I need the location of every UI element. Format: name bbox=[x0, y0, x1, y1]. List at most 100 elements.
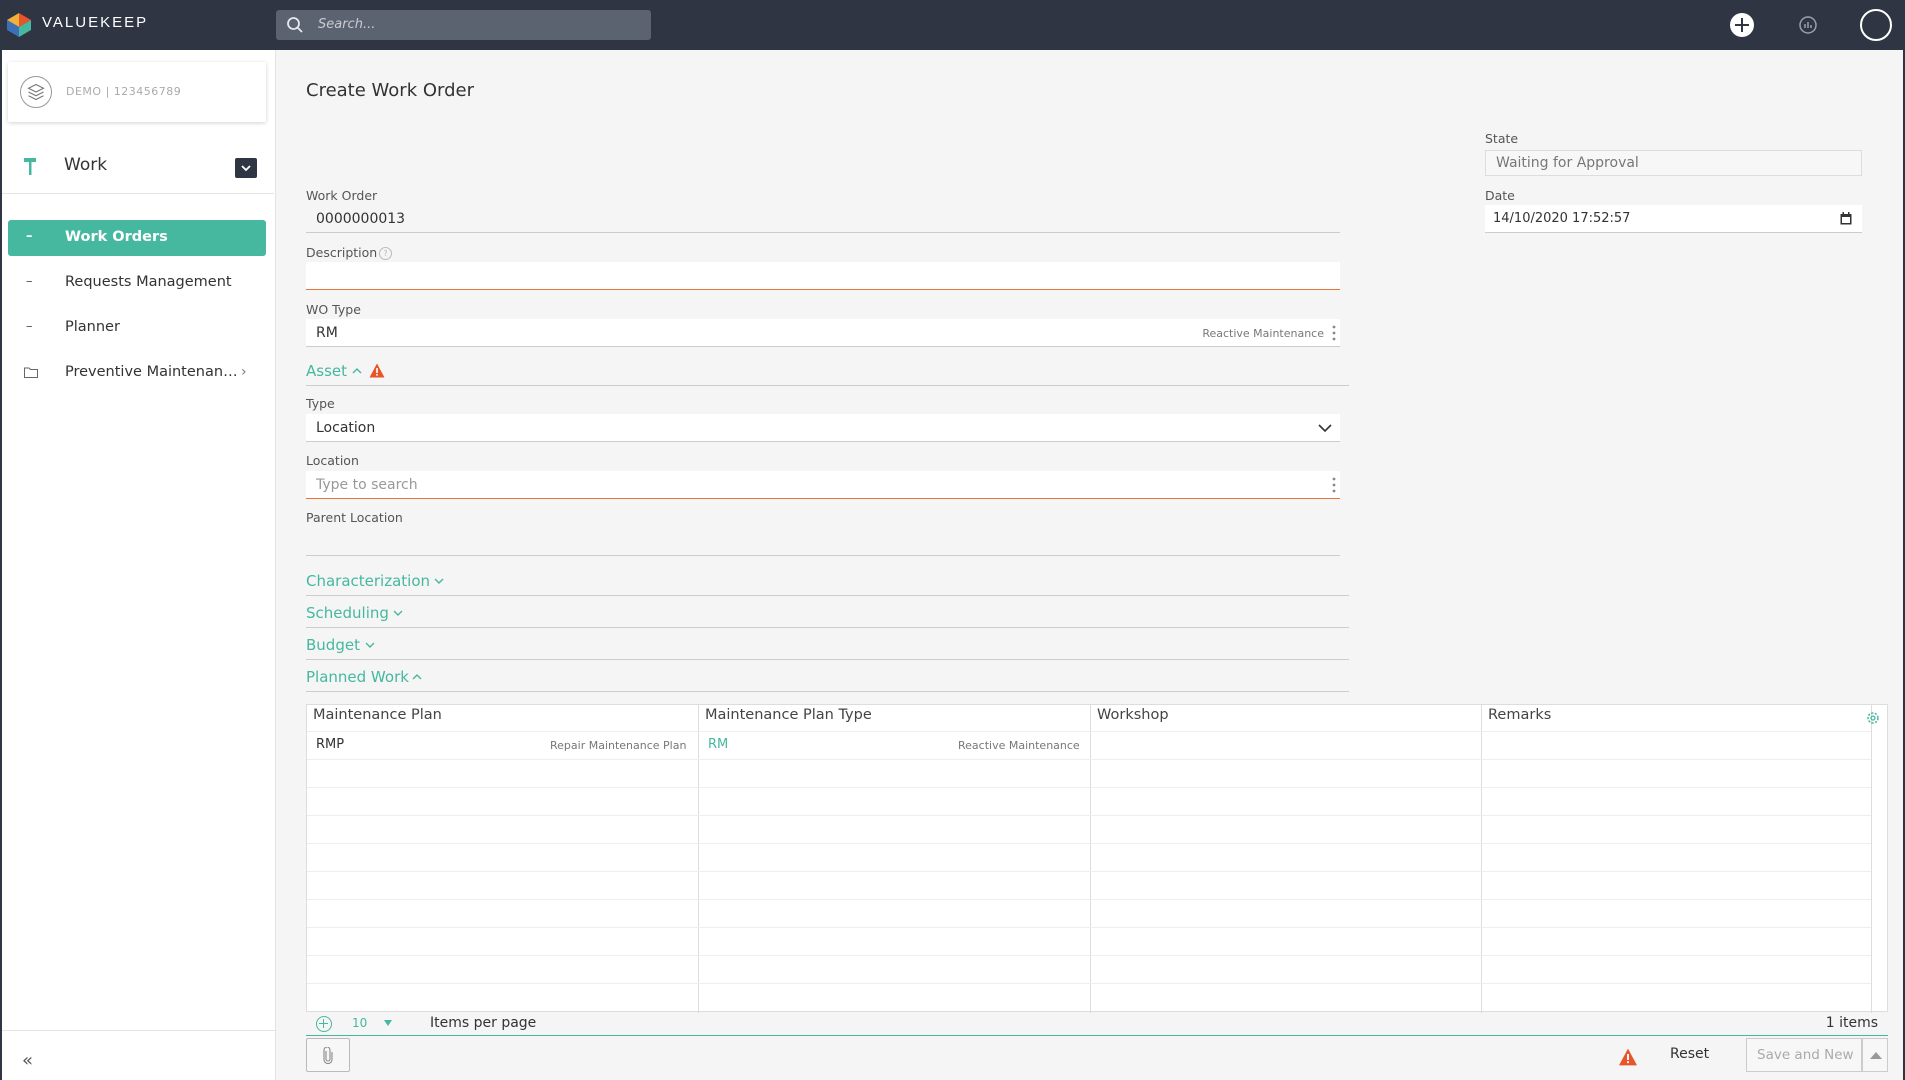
more-options-icon[interactable] bbox=[1332, 323, 1336, 343]
caret-down-icon[interactable] bbox=[384, 1020, 392, 1026]
work-order-value: 0000000013 bbox=[316, 211, 406, 227]
save-options-button[interactable] bbox=[1862, 1038, 1888, 1072]
layers-icon bbox=[20, 76, 52, 108]
sidebar-item-label: Preventive Maintenanc... bbox=[65, 364, 240, 380]
chevron-down-icon bbox=[393, 610, 403, 616]
sidebar-item-work-orders[interactable]: – Work Orders bbox=[8, 220, 266, 256]
row-divider bbox=[307, 899, 1871, 900]
maintenance-plan-type-code[interactable]: RM bbox=[708, 737, 728, 752]
row-divider bbox=[307, 759, 1871, 760]
description-label: Description bbox=[306, 245, 378, 260]
scheduling-section-header[interactable]: Scheduling bbox=[306, 600, 1349, 628]
folder-icon bbox=[24, 367, 38, 378]
calendar-icon[interactable] bbox=[1840, 212, 1852, 225]
warning-icon[interactable] bbox=[1618, 1048, 1638, 1066]
items-count: 1 items bbox=[1825, 1015, 1878, 1031]
state-field: Waiting for Approval bbox=[1485, 150, 1862, 176]
wo-type-label: WO Type bbox=[306, 302, 361, 317]
table-row[interactable]: RMP Repair Maintenance Plan RM Reactive … bbox=[307, 731, 1871, 759]
save-and-new-button[interactable]: Save and New bbox=[1746, 1038, 1862, 1072]
row-divider bbox=[307, 927, 1871, 928]
column-header[interactable]: Maintenance Plan Type bbox=[705, 707, 872, 723]
more-options-icon[interactable] bbox=[1332, 475, 1336, 495]
main-content: Create Work Order State Waiting for Appr… bbox=[276, 50, 1905, 1080]
save-button-label: Save and New bbox=[1757, 1047, 1854, 1063]
parent-location-field bbox=[306, 528, 1340, 556]
chevron-up-icon bbox=[412, 674, 422, 680]
chevron-up-icon bbox=[352, 368, 362, 374]
sidebar-item-label: Requests Management bbox=[65, 274, 232, 290]
add-row-icon[interactable] bbox=[316, 1016, 332, 1032]
location-placeholder: Type to search bbox=[316, 477, 418, 493]
warning-icon bbox=[369, 363, 385, 378]
parent-location-label: Parent Location bbox=[306, 510, 403, 525]
type-label: Type bbox=[306, 396, 335, 411]
attachment-button[interactable] bbox=[306, 1038, 350, 1072]
chevron-down-icon[interactable] bbox=[1318, 423, 1332, 433]
sidebar-item-planner[interactable]: – Planner bbox=[8, 310, 266, 346]
search-input[interactable]: Search... bbox=[276, 10, 651, 40]
table-pager: 10 Items per page 1 items bbox=[306, 1012, 1888, 1036]
date-label: Date bbox=[1485, 188, 1515, 203]
paperclip-icon bbox=[323, 1047, 333, 1064]
analytics-icon[interactable] bbox=[1797, 14, 1819, 36]
column-header[interactable]: Workshop bbox=[1097, 707, 1169, 723]
column-header[interactable]: Remarks bbox=[1488, 707, 1551, 723]
characterization-section-header[interactable]: Characterization bbox=[306, 568, 1349, 596]
wo-type-description: Reactive Maintenance bbox=[1202, 327, 1324, 340]
budget-section-header[interactable]: Budget bbox=[306, 632, 1349, 660]
search-placeholder: Search... bbox=[318, 17, 376, 32]
tenant-card[interactable]: DEMO | 123456789 bbox=[8, 62, 266, 122]
state-label: State bbox=[1485, 131, 1519, 146]
row-divider bbox=[307, 815, 1871, 816]
location-label: Location bbox=[306, 453, 359, 468]
nav-dash: – bbox=[26, 319, 33, 334]
sidebar-item-label: Planner bbox=[65, 319, 120, 335]
divider bbox=[2, 1030, 276, 1031]
module-selector[interactable]: Work bbox=[2, 140, 274, 194]
section-title: Characterization bbox=[306, 572, 431, 590]
work-order-field[interactable]: 0000000013 bbox=[306, 205, 1340, 233]
hammer-icon bbox=[24, 158, 36, 175]
section-title: Planned Work bbox=[306, 668, 409, 686]
tenant-name: DEMO | 123456789 bbox=[66, 85, 182, 98]
page-title: Create Work Order bbox=[306, 80, 474, 101]
description-field[interactable] bbox=[306, 262, 1340, 290]
row-divider bbox=[307, 787, 1871, 788]
planned-work-table: Maintenance Plan Maintenance Plan Type W… bbox=[306, 704, 1888, 1013]
maintenance-plan-description: Repair Maintenance Plan bbox=[550, 739, 687, 752]
row-divider bbox=[307, 983, 1871, 984]
help-icon[interactable]: ? bbox=[379, 247, 392, 260]
chevron-right-icon: › bbox=[241, 364, 247, 380]
sidebar-item-requests-management[interactable]: – Requests Management bbox=[8, 265, 266, 301]
column-header[interactable]: Maintenance Plan bbox=[313, 707, 442, 723]
maintenance-plan-code: RMP bbox=[316, 737, 345, 752]
wo-type-field[interactable]: RM Reactive Maintenance bbox=[306, 319, 1340, 347]
nav-dash: – bbox=[26, 274, 33, 289]
chevron-down-icon[interactable] bbox=[235, 158, 257, 178]
sidebar-item-preventive-maintenance[interactable]: Preventive Maintenanc... › bbox=[8, 355, 266, 391]
chevron-down-icon bbox=[434, 578, 444, 584]
add-icon[interactable] bbox=[1730, 13, 1754, 37]
collapse-sidebar-icon[interactable]: « bbox=[22, 1050, 33, 1071]
reset-button[interactable]: Reset bbox=[1670, 1046, 1709, 1062]
valuekeep-logo-icon[interactable] bbox=[6, 12, 32, 38]
type-value: Location bbox=[316, 420, 376, 436]
maintenance-plan-type-description: Reactive Maintenance bbox=[958, 739, 1080, 752]
date-value: 14/10/2020 17:52:57 bbox=[1493, 211, 1631, 226]
user-avatar[interactable] bbox=[1860, 9, 1892, 41]
date-field[interactable]: 14/10/2020 17:52:57 bbox=[1485, 205, 1862, 233]
section-title: Budget bbox=[306, 636, 360, 654]
top-bar: VALUEKEEP Search... bbox=[0, 0, 1905, 50]
planned-work-section-header[interactable]: Planned Work bbox=[306, 664, 1349, 692]
state-value: Waiting for Approval bbox=[1496, 155, 1639, 171]
gear-icon[interactable] bbox=[1865, 710, 1881, 726]
asset-section-header[interactable]: Asset bbox=[306, 358, 1349, 386]
wo-type-value: RM bbox=[316, 325, 338, 341]
type-select[interactable]: Location bbox=[306, 414, 1340, 442]
brand-name: VALUEKEEP bbox=[42, 14, 149, 31]
work-order-label: Work Order bbox=[306, 188, 378, 203]
location-field[interactable]: Type to search bbox=[306, 471, 1340, 499]
page-size-select[interactable]: 10 bbox=[352, 1016, 367, 1030]
section-title: Scheduling bbox=[306, 604, 389, 622]
